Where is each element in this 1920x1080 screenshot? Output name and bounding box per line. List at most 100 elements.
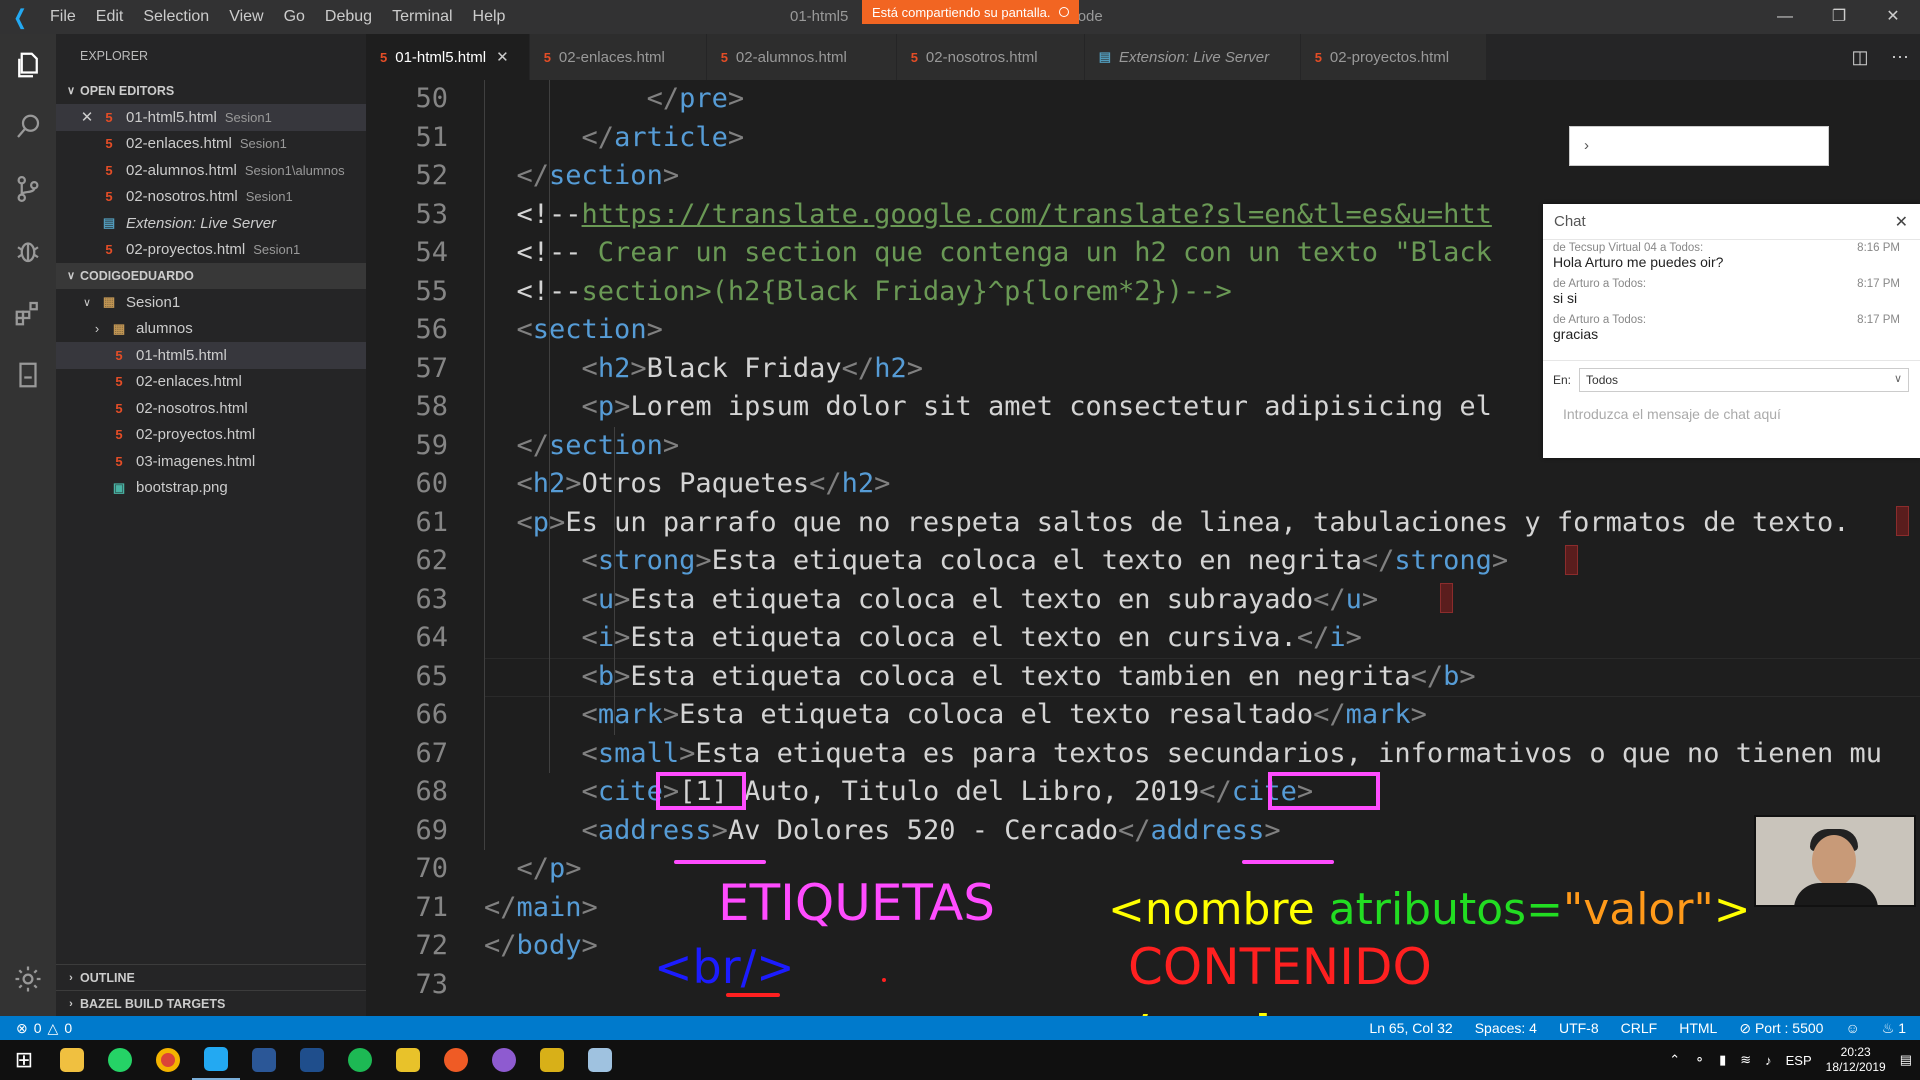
file-item[interactable]: 5 02-proyectos.html [56,422,366,449]
live-server-port[interactable]: ⊘ Port : 5500 [1739,1020,1823,1037]
html5-icon: 5 [105,136,113,152]
vscode-icon[interactable] [192,1040,240,1080]
chrome-icon[interactable] [144,1040,192,1080]
explorer-icon[interactable] [0,34,56,96]
tab-02-proyectos[interactable]: 5 02-proyectos.html [1300,34,1487,80]
tab-02-enlaces[interactable]: 5 02-enlaces.html [529,34,707,80]
close-tab-icon[interactable]: ✕ [496,48,509,66]
input-language[interactable]: ESP [1786,1053,1812,1068]
stop-sharing-icon[interactable] [1058,7,1069,17]
open-editor-item[interactable]: 5 02-nosotros.html Sesion1 [56,184,366,211]
end-of-line[interactable]: CRLF [1621,1020,1658,1037]
project-section[interactable]: ∨ CODIGOEDUARDO [56,263,366,289]
folder-item[interactable]: ∨ ▦ Sesion1 [56,289,366,316]
extensions-icon[interactable] [0,282,56,344]
cursor-position[interactable]: Ln 65, Col 32 [1369,1020,1452,1037]
notifications[interactable]: ♨ 1 [1882,1020,1906,1037]
chat-message-from: de Arturo a Todos: [1553,314,1647,326]
chevron-right-icon[interactable]: › [1584,137,1589,154]
encoding[interactable]: UTF-8 [1559,1020,1599,1037]
comment-url[interactable]: https://translate.google.com/translate?s… [582,199,1492,230]
open-editors-section[interactable]: ∨ OPEN EDITORS [56,78,366,104]
open-editor-item[interactable]: ✕ 5 01-html5.html Sesion1 [56,104,366,131]
file-name: 02-nosotros.html [136,399,248,417]
tab-live-server[interactable]: ▤ Extension: Live Server [1084,34,1301,80]
chat-recipient-label: En: [1553,373,1572,387]
chat-message-text: Hola Arturo me puedes oir? [1553,254,1724,270]
floating-widget[interactable]: › [1569,126,1829,166]
chat-message-input[interactable]: Introduzca el mensaje de chat aquí [1563,406,1781,422]
powershell-icon[interactable] [288,1040,336,1080]
notes-icon[interactable] [576,1040,624,1080]
chevron-up-icon[interactable]: ⌃ [1669,1052,1680,1068]
split-editor-icon[interactable]: ◫ [1840,47,1880,68]
microphone-icon[interactable]: ⚬ [1694,1052,1705,1068]
remote-explorer-icon[interactable] [0,344,56,406]
menu-view[interactable]: View [219,8,273,25]
whatsapp-icon[interactable] [96,1040,144,1080]
clock[interactable]: 20:23 18/12/2019 [1826,1045,1886,1075]
feedback-smiley-icon[interactable]: ☺ [1845,1020,1859,1037]
code-text: Esta etiqueta coloca el texto en negrita [711,545,1362,576]
settings-gear-icon[interactable] [0,948,56,1010]
code-text: Lorem ipsum dolor sit amet consectetur a… [630,391,1492,422]
restore-button[interactable]: ❐ [1812,0,1866,34]
file-item[interactable]: 5 01-html5.html [56,342,366,369]
app-icon[interactable] [240,1040,288,1080]
open-editor-item[interactable]: 5 02-alumnos.html Sesion1\alumnos [56,157,366,184]
close-window-button[interactable]: ✕ [1866,0,1920,34]
folder-name: alumnos [136,320,193,338]
tab-02-alumnos[interactable]: 5 02-alumnos.html [706,34,897,80]
indentation[interactable]: Spaces: 4 [1475,1020,1537,1037]
chat-message-from: de Tecsup Virtual 04 a Todos: [1553,242,1704,254]
open-editor-item[interactable]: ▤ Extension: Live Server [56,210,366,237]
utility-icon[interactable] [528,1040,576,1080]
tool-icon[interactable] [384,1040,432,1080]
tab-02-nosotros[interactable]: 5 02-nosotros.html [896,34,1085,80]
action-center-icon[interactable]: ▤ [1900,1052,1912,1068]
line-number: 65 [415,660,448,692]
volume-icon[interactable]: ♪ [1765,1053,1772,1068]
menu-go[interactable]: Go [274,8,315,25]
folder-item[interactable]: › ▦ alumnos [56,316,366,343]
open-editor-item[interactable]: 5 02-enlaces.html Sesion1 [56,131,366,158]
file-item[interactable]: 5 03-imagenes.html [56,448,366,475]
windows-start-icon[interactable]: ⊞ [0,1040,48,1080]
language-mode[interactable]: HTML [1679,1020,1717,1037]
spotify-icon[interactable] [336,1040,384,1080]
menu-selection[interactable]: Selection [133,8,219,25]
file-item[interactable]: ▣ bootstrap.png [56,475,366,502]
bazel-section[interactable]: › BAZEL BUILD TARGETS [56,990,366,1016]
chevron-down-icon: ∨ [82,296,92,309]
meeting-app-icon[interactable] [480,1040,528,1080]
wifi-icon[interactable]: ≋ [1740,1052,1751,1068]
menu-help[interactable]: Help [463,8,516,25]
file-item[interactable]: 5 02-enlaces.html [56,369,366,396]
postman-icon[interactable] [432,1040,480,1080]
open-editor-desc: Sesion1\alumnos [244,162,345,178]
sidebar-bottom-sections: › OUTLINE › BAZEL BUILD TARGETS [56,964,366,1016]
tab-01-html5[interactable]: 5 01-html5.html ✕ [366,34,530,80]
search-icon[interactable] [0,96,56,158]
screen-sharing-banner[interactable]: Está compartiendo su pantalla. [862,0,1079,24]
battery-icon[interactable]: ▮ [1719,1052,1726,1068]
close-icon[interactable]: ✕ [1895,212,1908,232]
open-editor-item[interactable]: 5 02-proyectos.html Sesion1 [56,237,366,264]
file-item[interactable]: 5 02-nosotros.html [56,395,366,422]
menu-file[interactable]: File [40,8,86,25]
tab-label: 02-nosotros.html [925,48,1038,66]
menu-terminal[interactable]: Terminal [382,8,462,25]
close-icon[interactable]: ✕ [76,108,98,126]
code-line: </section> [516,429,680,461]
outline-section[interactable]: › OUTLINE [56,964,366,990]
problems-indicator[interactable]: ⊗ 0 △ 0 [0,1020,72,1037]
more-actions-icon[interactable]: ⋯ [1880,47,1920,68]
debug-icon[interactable] [0,220,56,282]
file-explorer-icon[interactable] [48,1040,96,1080]
chat-recipient-select[interactable]: Todos ∨ [1579,368,1910,392]
menu-edit[interactable]: Edit [86,8,134,25]
minimize-button[interactable]: — [1758,0,1812,34]
menu-bar: File Edit Selection View Go Debug Terminal Help [40,8,515,26]
menu-debug[interactable]: Debug [315,8,382,25]
source-control-icon[interactable] [0,158,56,220]
